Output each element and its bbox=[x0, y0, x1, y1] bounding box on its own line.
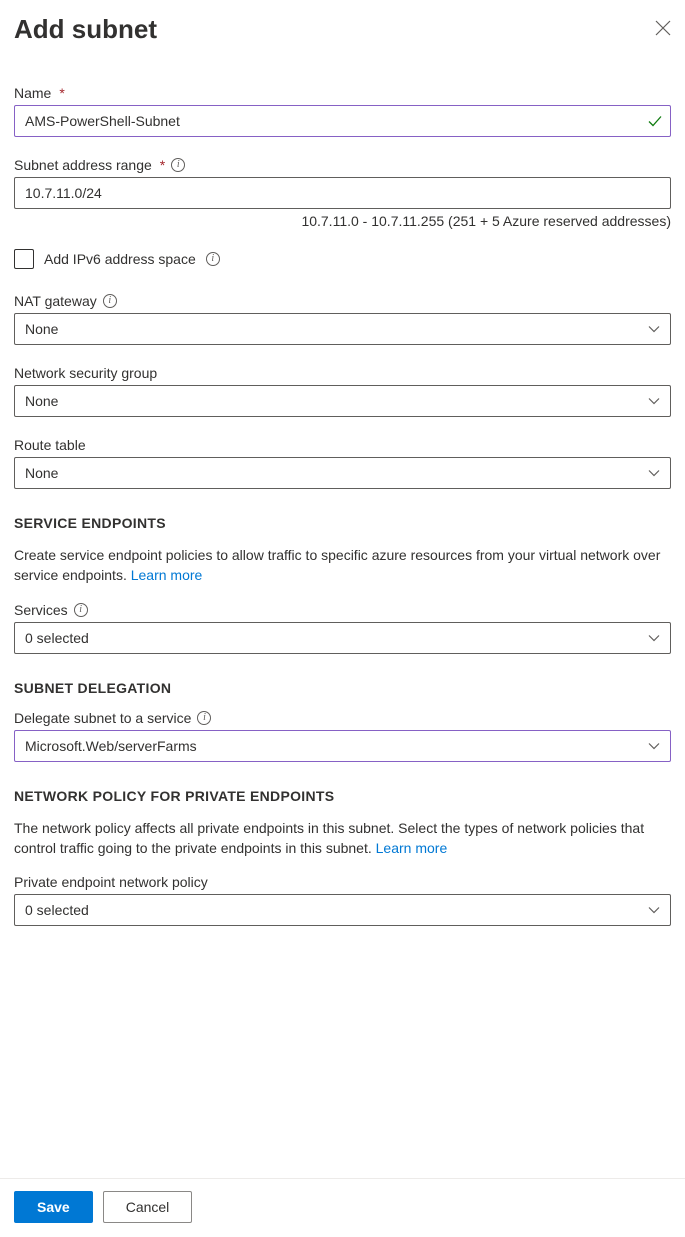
info-icon[interactable]: i bbox=[197, 711, 211, 725]
chevron-down-icon bbox=[648, 904, 660, 916]
chevron-down-icon bbox=[648, 395, 660, 407]
chevron-down-icon bbox=[648, 467, 660, 479]
delegation-label: Delegate subnet to a service bbox=[14, 710, 191, 726]
learn-more-link[interactable]: Learn more bbox=[376, 840, 448, 856]
delegation-value: Microsoft.Web/serverFarms bbox=[25, 738, 197, 754]
page-title: Add subnet bbox=[14, 14, 157, 45]
policy-value: 0 selected bbox=[25, 902, 89, 918]
services-value: 0 selected bbox=[25, 630, 89, 646]
save-button[interactable]: Save bbox=[14, 1191, 93, 1223]
info-icon[interactable]: i bbox=[74, 603, 88, 617]
range-hint: 10.7.11.0 - 10.7.11.255 (251 + 5 Azure r… bbox=[14, 213, 671, 229]
network-policy-desc: The network policy affects all private e… bbox=[14, 818, 671, 859]
service-endpoints-desc: Create service endpoint policies to allo… bbox=[14, 545, 671, 586]
close-icon bbox=[655, 20, 671, 36]
learn-more-link[interactable]: Learn more bbox=[131, 567, 203, 583]
chevron-down-icon bbox=[648, 632, 660, 644]
delegation-heading: SUBNET DELEGATION bbox=[14, 680, 671, 696]
cancel-button[interactable]: Cancel bbox=[103, 1191, 193, 1223]
nsg-label: Network security group bbox=[14, 365, 157, 381]
nsg-value: None bbox=[25, 393, 58, 409]
chevron-down-icon bbox=[648, 740, 660, 752]
nat-value: None bbox=[25, 321, 58, 337]
policy-select[interactable]: 0 selected bbox=[14, 894, 671, 926]
network-policy-heading: NETWORK POLICY FOR PRIVATE ENDPOINTS bbox=[14, 788, 671, 804]
route-select[interactable]: None bbox=[14, 457, 671, 489]
chevron-down-icon bbox=[648, 323, 660, 335]
nsg-select[interactable]: None bbox=[14, 385, 671, 417]
nat-select[interactable]: None bbox=[14, 313, 671, 345]
info-icon[interactable]: i bbox=[103, 294, 117, 308]
ipv6-label: Add IPv6 address space bbox=[44, 251, 196, 267]
service-endpoints-heading: SERVICE ENDPOINTS bbox=[14, 515, 671, 531]
required-marker: * bbox=[160, 157, 165, 173]
services-label: Services bbox=[14, 602, 68, 618]
ipv6-checkbox[interactable] bbox=[14, 249, 34, 269]
range-input[interactable] bbox=[14, 177, 671, 209]
required-marker: * bbox=[59, 85, 64, 101]
range-label: Subnet address range bbox=[14, 157, 152, 173]
close-button[interactable] bbox=[655, 20, 671, 39]
delegation-select[interactable]: Microsoft.Web/serverFarms bbox=[14, 730, 671, 762]
info-icon[interactable]: i bbox=[206, 252, 220, 266]
check-icon bbox=[647, 113, 663, 129]
services-select[interactable]: 0 selected bbox=[14, 622, 671, 654]
policy-label: Private endpoint network policy bbox=[14, 874, 208, 890]
name-label: Name bbox=[14, 85, 51, 101]
info-icon[interactable]: i bbox=[171, 158, 185, 172]
route-label: Route table bbox=[14, 437, 86, 453]
nat-label: NAT gateway bbox=[14, 293, 97, 309]
route-value: None bbox=[25, 465, 58, 481]
name-input[interactable] bbox=[14, 105, 671, 137]
